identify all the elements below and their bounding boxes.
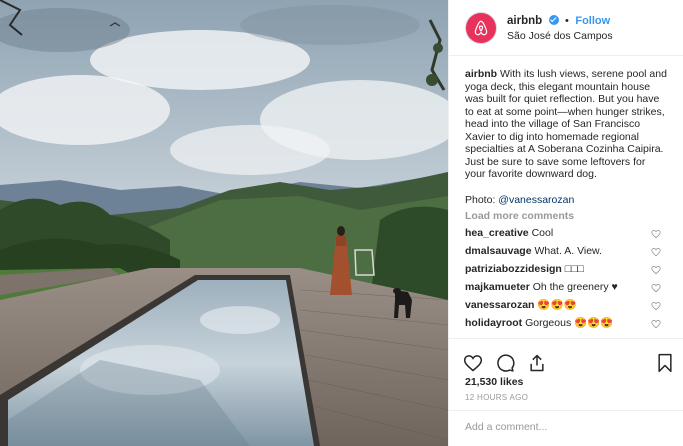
post-header: airbnb • Follow São José dos Campos <box>449 0 683 56</box>
bookmark-icon[interactable] <box>656 353 674 373</box>
heart-icon[interactable] <box>463 353 483 373</box>
caption-username[interactable]: airbnb <box>465 68 497 80</box>
share-icon[interactable] <box>527 353 547 373</box>
post-timestamp: 12 HOURS AGO <box>465 393 529 402</box>
separator-dot: • <box>565 14 569 27</box>
post-location[interactable]: São José dos Campos <box>507 29 613 44</box>
comment-text: 😍😍😍 <box>537 299 577 312</box>
likes-count[interactable]: 21,530 likes <box>465 376 523 388</box>
comment-icon[interactable] <box>495 353 515 373</box>
comment-row: majkamueter Oh the greenery ♥ <box>465 281 667 295</box>
caption-text: With its lush views, serene pool and yog… <box>465 68 667 180</box>
comment-username[interactable]: holidayroot <box>465 317 522 329</box>
comment-username[interactable]: majkamueter <box>465 281 530 293</box>
photo-credit-prefix: Photo: <box>465 193 499 206</box>
comment-username[interactable]: dmalsauvage <box>465 245 532 257</box>
post-photo[interactable] <box>0 0 448 446</box>
comment-row: holidayroot Gorgeous 😍😍😍 <box>465 317 667 331</box>
like-comment-heart-icon[interactable] <box>651 229 661 239</box>
load-more-comments-button[interactable]: Load more comments <box>465 210 667 223</box>
like-comment-heart-icon[interactable] <box>651 301 661 311</box>
verified-icon <box>548 14 559 25</box>
comment-row: hea_creative Cool <box>465 227 667 241</box>
comment-username[interactable]: hea_creative <box>465 227 529 239</box>
comment-text: □□□ <box>564 263 584 276</box>
airbnb-logo-icon <box>474 20 488 35</box>
comment-row: dmalsauvage What. A. View. <box>465 245 667 259</box>
post-username[interactable]: airbnb <box>507 15 542 27</box>
photo-credit-link[interactable]: @vanessarozan <box>498 194 574 206</box>
mountain-pool-image <box>0 0 448 446</box>
comment-text: Oh the greenery ♥ <box>532 281 618 294</box>
follow-button[interactable]: Follow <box>575 15 610 27</box>
like-comment-heart-icon[interactable] <box>651 247 661 257</box>
add-comment-bar <box>449 410 683 446</box>
comment-text: Gorgeous 😍😍😍 <box>525 317 614 330</box>
comment-username[interactable]: patriziabozzidesign <box>465 263 562 275</box>
photo-credit: Photo: @vanessarozan <box>465 194 667 207</box>
comment-text: What. A. View. <box>534 245 602 258</box>
post-details-panel: airbnb • Follow São José dos Campos airb… <box>448 0 683 446</box>
comment-row: vanessarozan 😍😍😍 <box>465 299 667 313</box>
add-comment-input[interactable] <box>465 421 615 433</box>
like-comment-heart-icon[interactable] <box>651 319 661 329</box>
like-comment-heart-icon[interactable] <box>651 265 661 275</box>
comments-area: airbnb With its lush views, serene pool … <box>449 56 683 331</box>
avatar[interactable] <box>465 11 497 44</box>
like-comment-heart-icon[interactable] <box>651 283 661 293</box>
comment-text: Cool <box>531 227 554 240</box>
post-actions-bar <box>449 338 683 378</box>
caption: airbnb With its lush views, serene pool … <box>465 68 667 181</box>
comment-username[interactable]: vanessarozan <box>465 299 534 311</box>
comment-row: patriziabozzidesign □□□ <box>465 263 667 277</box>
